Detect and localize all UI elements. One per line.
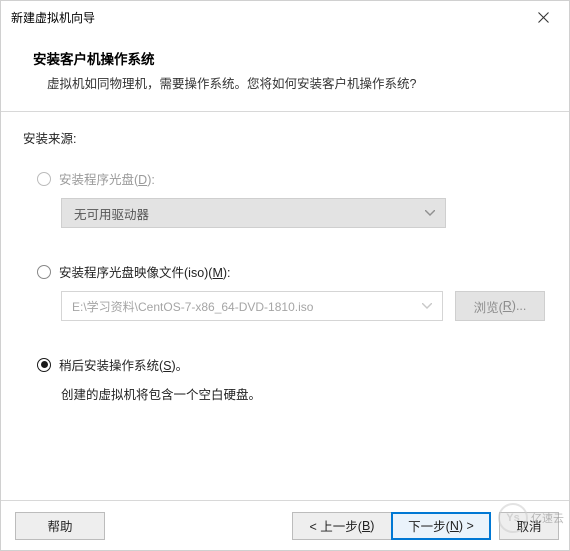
help-button[interactable]: 帮助	[15, 512, 105, 540]
radio-row-iso[interactable]: 安装程序光盘映像文件(iso)(M):	[37, 262, 547, 281]
window-title: 新建虚拟机向导	[11, 9, 521, 26]
wizard-window: 新建虚拟机向导 安装客户机操作系统 虚拟机如同物理机，需要操作系统。您将如何安装…	[0, 0, 570, 551]
next-button[interactable]: 下一步(N) >	[391, 512, 491, 540]
chevron-down-icon	[422, 303, 432, 309]
option-installer-disc: 安装程序光盘(D): 无可用驱动器	[37, 169, 547, 228]
radio-row-disc[interactable]: 安装程序光盘(D):	[37, 169, 547, 188]
radio-icon	[37, 172, 51, 186]
chevron-down-icon	[425, 210, 435, 216]
back-button[interactable]: < 上一步(B)	[292, 512, 392, 540]
header: 安装客户机操作系统 虚拟机如同物理机，需要操作系统。您将如何安装客户机操作系统?	[1, 33, 569, 112]
option-install-later: 稍后安装操作系统(S)。 创建的虚拟机将包含一个空白硬盘。	[37, 355, 547, 403]
close-button[interactable]	[521, 2, 565, 32]
watermark: Ys 亿速云	[498, 503, 564, 533]
page-description: 虚拟机如同物理机，需要操作系统。您将如何安装客户机操作系统?	[47, 74, 551, 95]
radio-label-iso: 安装程序光盘映像文件(iso)(M):	[59, 262, 231, 281]
radio-label-disc: 安装程序光盘(D):	[59, 169, 155, 188]
titlebar: 新建虚拟机向导	[1, 1, 569, 33]
watermark-logo-icon: Ys	[498, 503, 528, 533]
page-title: 安装客户机操作系统	[33, 48, 551, 68]
close-icon	[538, 12, 549, 23]
radio-icon	[37, 358, 51, 372]
iso-path-field: E:\学习资料\CentOS-7-x86_64-DVD-1810.iso	[61, 291, 443, 321]
watermark-text: 亿速云	[531, 510, 564, 526]
radio-label-later: 稍后安装操作系统(S)。	[59, 355, 188, 374]
radio-icon	[37, 265, 51, 279]
source-label: 安装来源:	[23, 128, 547, 147]
dropdown-text: 无可用驱动器	[74, 204, 149, 223]
radio-row-later[interactable]: 稍后安装操作系统(S)。	[37, 355, 547, 374]
content-area: 安装来源: 安装程序光盘(D): 无可用驱动器 安装程序光盘映像文件	[1, 112, 569, 500]
browse-button: 浏览(R)...	[455, 291, 545, 321]
option-iso-file: 安装程序光盘映像文件(iso)(M): E:\学习资料\CentOS-7-x86…	[37, 262, 547, 321]
footer: 帮助 < 上一步(B) 下一步(N) > 取消	[1, 500, 569, 550]
iso-path-text: E:\学习资料\CentOS-7-x86_64-DVD-1810.iso	[72, 298, 313, 315]
disc-drive-dropdown: 无可用驱动器	[61, 198, 446, 228]
later-description: 创建的虚拟机将包含一个空白硬盘。	[61, 384, 547, 403]
